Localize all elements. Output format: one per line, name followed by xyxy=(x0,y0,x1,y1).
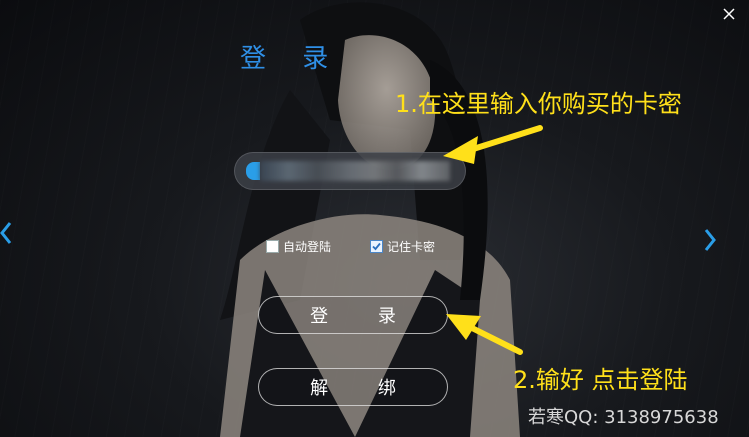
remember-key-label: 记住卡密 xyxy=(387,240,436,254)
checkmark-icon xyxy=(372,242,381,251)
auto-login-box[interactable] xyxy=(266,240,279,253)
close-button[interactable] xyxy=(722,6,736,20)
login-window: 登 录 自动登陆 记住卡密 登 录 解 绑 1.在这里输入你购买的卡密 2.输好… xyxy=(0,0,749,437)
page-title: 登 录 xyxy=(240,44,343,74)
chevron-right-icon xyxy=(704,229,716,251)
next-button[interactable] xyxy=(703,227,717,253)
hint-step-2: 2.输好 点击登陆 xyxy=(513,366,688,394)
login-button[interactable]: 登 录 xyxy=(258,296,448,334)
remember-key-checkbox[interactable]: 记住卡密 xyxy=(370,238,435,255)
remember-key-box[interactable] xyxy=(370,240,383,253)
card-key-input[interactable] xyxy=(234,152,466,190)
close-icon xyxy=(723,8,735,20)
contact-text: 若寒QQ: 3138975638 xyxy=(528,407,719,428)
card-key-field[interactable] xyxy=(234,152,466,190)
chevron-left-icon xyxy=(0,222,12,244)
hint-step-1: 1.在这里输入你购买的卡密 xyxy=(395,90,682,118)
auto-login-checkbox[interactable]: 自动登陆 xyxy=(266,238,331,255)
unbind-button[interactable]: 解 绑 xyxy=(258,368,448,406)
auto-login-label: 自动登陆 xyxy=(283,240,332,254)
prev-button[interactable] xyxy=(0,220,12,246)
